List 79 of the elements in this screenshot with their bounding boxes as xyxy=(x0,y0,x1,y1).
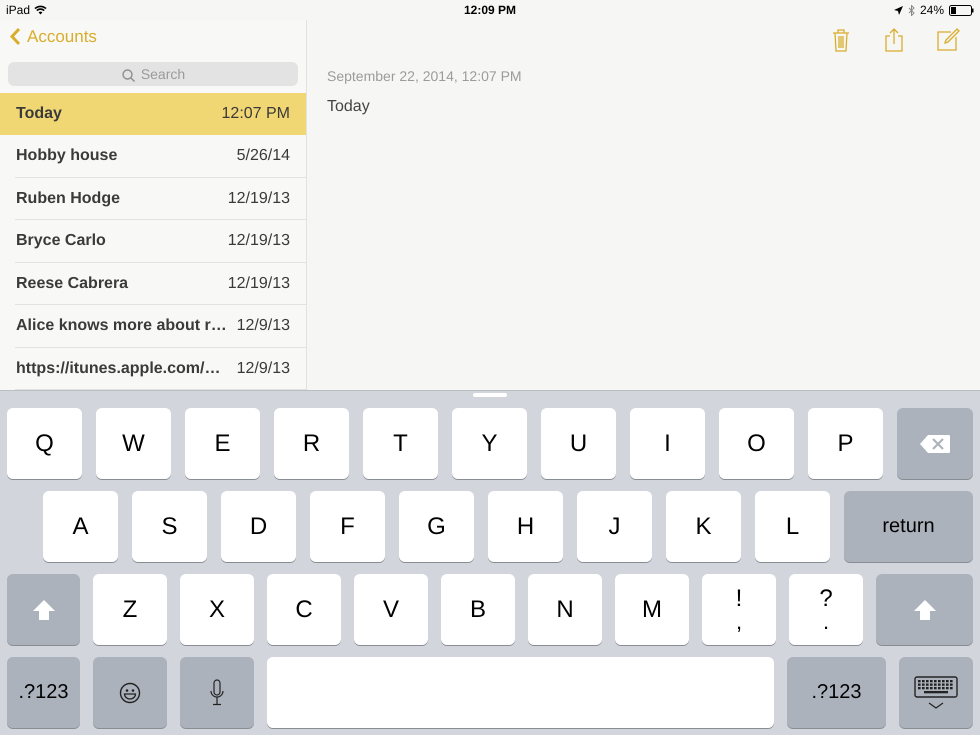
dictation-key[interactable] xyxy=(180,657,254,728)
shift-arrow-icon xyxy=(32,598,56,620)
keyboard-key[interactable]: K xyxy=(666,491,741,562)
note-title: Ruben Hodge xyxy=(16,190,120,208)
wifi-icon xyxy=(34,5,48,15)
note-title: Reese Cabrera xyxy=(16,274,128,293)
keyboard-key[interactable]: B xyxy=(441,574,515,645)
microphone-icon xyxy=(209,678,225,706)
keyboard-key[interactable]: ! , xyxy=(702,574,776,645)
keyboard-key[interactable]: F xyxy=(310,491,385,562)
shift-arrow-icon xyxy=(912,598,936,620)
delete-key[interactable] xyxy=(897,408,973,479)
keyboard-key[interactable]: W xyxy=(96,408,171,479)
keyboard-key[interactable]: Z xyxy=(93,574,167,645)
shift-key[interactable] xyxy=(7,574,80,645)
keyboard-key[interactable]: V xyxy=(354,574,428,645)
note-list-item[interactable]: Reese Cabrera 12/19/13 xyxy=(0,262,306,305)
battery-icon xyxy=(949,4,974,16)
keyboard-key[interactable]: ? . xyxy=(789,574,863,645)
keyboard-dismiss-icon xyxy=(914,676,958,710)
keyboard-key[interactable]: .?123 xyxy=(787,657,886,728)
delete-icon xyxy=(919,434,951,454)
keyboard-key[interactable]: return xyxy=(844,491,973,562)
note-list-item[interactable]: Hobby house 5/26/14 xyxy=(0,135,306,178)
note-list-item[interactable]: Ruben Hodge 12/19/13 xyxy=(0,178,306,220)
device-name: iPad xyxy=(6,3,30,17)
keyboard-key[interactable]: L xyxy=(755,491,830,562)
keyboard-key[interactable]: R xyxy=(274,408,349,479)
keyboard-key[interactable]: J xyxy=(577,491,652,562)
shift-key[interactable] xyxy=(876,574,973,645)
note-title: Bryce Carlo xyxy=(16,232,106,250)
note-list-item[interactable]: https://itunes.apple.com/… 12/9/13 xyxy=(0,348,306,390)
keyboard-key[interactable]: O xyxy=(719,408,794,479)
note-list-item[interactable]: Today 12:07 PM xyxy=(0,92,306,135)
keyboard-key[interactable]: T xyxy=(363,408,438,479)
note-list-item[interactable]: Bryce Carlo 12/19/13 xyxy=(0,220,306,262)
hide-keyboard-key[interactable] xyxy=(899,657,973,728)
bluetooth-icon xyxy=(908,4,915,16)
keyboard-key[interactable]: N xyxy=(528,574,602,645)
status-time: 12:09 PM xyxy=(464,3,516,17)
note-date: 12/19/13 xyxy=(228,190,290,208)
keyboard-key[interactable]: C xyxy=(267,574,341,645)
note-body: Today xyxy=(327,98,371,116)
keyboard-key[interactable]: Y xyxy=(452,408,527,479)
note-title: https://itunes.apple.com/… xyxy=(16,360,220,378)
search-field[interactable]: Search xyxy=(8,62,298,86)
keyboard-key[interactable]: U xyxy=(541,408,616,479)
note-date: 12/19/13 xyxy=(228,274,290,293)
note-timestamp: September 22, 2014, 12:07 PM xyxy=(327,68,523,84)
keyboard-key[interactable]: M xyxy=(615,574,689,645)
note-date: 12:07 PM xyxy=(222,104,290,123)
keyboard-key[interactable]: I xyxy=(630,408,705,479)
compose-button[interactable] xyxy=(937,28,960,52)
space-bar[interactable] xyxy=(267,657,774,728)
note-list-item[interactable]: Alice knows more about r… 12/9/13 xyxy=(0,305,306,348)
note-title: Hobby house xyxy=(16,147,118,166)
compose-icon xyxy=(937,28,960,52)
keyboard-key[interactable]: G xyxy=(399,491,474,562)
keyboard-key[interactable]: P xyxy=(808,408,883,479)
note-date: 5/26/14 xyxy=(236,147,290,166)
keyboard-key[interactable]: D xyxy=(221,491,296,562)
keyboard-key[interactable]: S xyxy=(132,491,207,562)
keyboard-key[interactable]: X xyxy=(180,574,254,645)
keyboard-key[interactable]: .?123 xyxy=(7,657,80,728)
emoji-key[interactable] xyxy=(93,657,167,728)
keyboard-key[interactable]: A xyxy=(43,491,118,562)
chevron-left-icon xyxy=(10,27,21,46)
smiley-face-icon xyxy=(119,682,141,704)
note-title: Alice knows more about r… xyxy=(16,317,227,336)
drag-handle[interactable] xyxy=(473,393,507,397)
keyboard-key[interactable]: E xyxy=(185,408,260,479)
keyboard-key[interactable]: Q xyxy=(7,408,82,479)
battery-percent: 24% xyxy=(920,3,944,17)
keyboard-key[interactable]: H xyxy=(488,491,563,562)
note-date: 12/19/13 xyxy=(228,232,290,250)
note-date: 12/9/13 xyxy=(236,317,290,336)
location-arrow-icon xyxy=(894,6,903,14)
note-date: 12/9/13 xyxy=(236,360,290,378)
note-title: Today xyxy=(16,104,62,123)
